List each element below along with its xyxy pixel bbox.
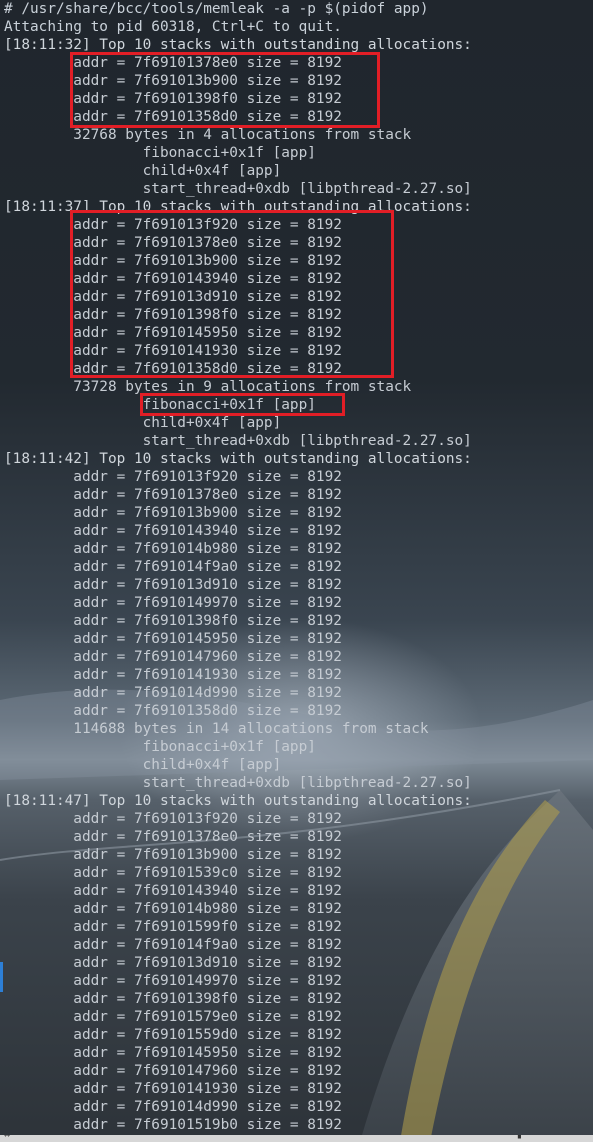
terminal-line-frame: fibonacci+0x1f [app] [4, 739, 316, 755]
terminal-line-addr: addr = 7f6910143940 size = 8192 [4, 523, 342, 539]
terminal-line-addr: addr = 7f691014f9a0 size = 8192 [4, 937, 342, 953]
terminal-line-addr: addr = 7f691014d990 size = 8192 [4, 685, 342, 701]
terminal-line-header: [18:11:47] Top 10 stacks with outstandin… [4, 793, 472, 809]
terminal-line-addr: addr = 7f69101378e0 size = 8192 [4, 487, 342, 503]
terminal-line-frame: start_thread+0xdb [libpthread-2.27.so] [4, 433, 472, 449]
terminal-line-addr: addr = 7f6910141930 size = 8192 [4, 667, 342, 683]
terminal-line-addr: addr = 7f6910147960 size = 8192 [4, 1063, 342, 1079]
terminal-line-addr: addr = 7f6910149970 size = 8192 [4, 973, 342, 989]
terminal-line-addr: addr = 7f69101579e0 size = 8192 [4, 1009, 342, 1025]
terminal-line-info: Attaching to pid 60318, Ctrl+C to quit. [4, 19, 342, 35]
terminal-line-addr: addr = 7f6910149970 size = 8192 [4, 595, 342, 611]
terminal-line-addr: addr = 7f69101539c0 size = 8192 [4, 865, 342, 881]
terminal-line-header: [18:11:37] Top 10 stacks with outstandin… [4, 199, 472, 215]
terminal-line-addr: addr = 7f691014f9a0 size = 8192 [4, 559, 342, 575]
terminal-line-addr: addr = 7f691013f920 size = 8192 [4, 469, 342, 485]
terminal-line-addr: addr = 7f69101398f0 size = 8192 [4, 991, 342, 1007]
terminal-line-addr: addr = 7f691013b900 size = 8192 [4, 505, 342, 521]
terminal-line-addr: addr = 7f69101378e0 size = 8192 [4, 55, 342, 71]
terminal-line-header: [18:11:32] Top 10 stacks with outstandin… [4, 37, 472, 53]
terminal-line-frame: child+0x4f [app] [4, 415, 282, 431]
terminal-output[interactable]: # /usr/share/bcc/tools/memleak -a -p $(p… [0, 0, 593, 1142]
terminal-line-addr: addr = 7f691013d910 size = 8192 [4, 955, 342, 971]
terminal-line-addr: addr = 7f691013f920 size = 8192 [4, 811, 342, 827]
terminal-line-frame: start_thread+0xdb [libpthread-2.27.so] [4, 181, 472, 197]
status-bar: ⌗ ▮ [0, 1135, 593, 1142]
terminal-line-addr: addr = 7f691013f920 size = 8192 [4, 217, 342, 233]
terminal-line-addr: addr = 7f6910141930 size = 8192 [4, 1081, 342, 1097]
terminal-line-addr: addr = 7f69101358d0 size = 8192 [4, 109, 342, 125]
terminal-line-addr: addr = 7f691014b980 size = 8192 [4, 541, 342, 557]
terminal-line-header: [18:11:42] Top 10 stacks with outstandin… [4, 451, 472, 467]
terminal-line-addr: addr = 7f69101358d0 size = 8192 [4, 361, 342, 377]
terminal-line-frame: child+0x4f [app] [4, 163, 282, 179]
terminal-line-addr: addr = 7f6910141930 size = 8192 [4, 343, 342, 359]
terminal-line-cmd: # /usr/share/bcc/tools/memleak -a -p $(p… [4, 1, 429, 17]
terminal-line-addr: addr = 7f6910145950 size = 8192 [4, 1045, 342, 1061]
terminal-line-addr: addr = 7f69101398f0 size = 8192 [4, 613, 342, 629]
terminal-line-addr: addr = 7f6910143940 size = 8192 [4, 883, 342, 899]
terminal-line-addr: addr = 7f691014b980 size = 8192 [4, 901, 342, 917]
terminal-line-addr: addr = 7f691013b900 size = 8192 [4, 73, 342, 89]
terminal-line-addr: addr = 7f691014d990 size = 8192 [4, 1099, 342, 1115]
terminal-line-addr: addr = 7f6910145950 size = 8192 [4, 631, 342, 647]
terminal-line-addr: addr = 7f69101398f0 size = 8192 [4, 307, 342, 323]
terminal-line-addr: addr = 7f69101519b0 size = 8192 [4, 1117, 342, 1133]
terminal-line-summary: 73728 bytes in 9 allocations from stack [4, 379, 412, 395]
status-bar-right-glyph: ▮ [516, 1135, 523, 1141]
terminal-line-addr: addr = 7f69101559d0 size = 8192 [4, 1027, 342, 1043]
terminal-line-addr: addr = 7f69101358d0 size = 8192 [4, 703, 342, 719]
terminal-line-addr: addr = 7f691013b900 size = 8192 [4, 253, 342, 269]
terminal-line-addr: addr = 7f691013d910 size = 8192 [4, 577, 342, 593]
terminal-line-addr: addr = 7f6910143940 size = 8192 [4, 271, 342, 287]
terminal-line-addr: addr = 7f69101398f0 size = 8192 [4, 91, 342, 107]
terminal-line-addr: addr = 7f691013d910 size = 8192 [4, 289, 342, 305]
terminal-line-addr: addr = 7f69101378e0 size = 8192 [4, 829, 342, 845]
terminal-line-addr: addr = 7f6910147960 size = 8192 [4, 649, 342, 665]
terminal-line-summary: 32768 bytes in 4 allocations from stack [4, 127, 412, 143]
terminal-line-addr: addr = 7f69101378e0 size = 8192 [4, 235, 342, 251]
terminal-line-addr: addr = 7f691013b900 size = 8192 [4, 847, 342, 863]
terminal-line-frame: fibonacci+0x1f [app] [4, 145, 316, 161]
terminal-line-frame: child+0x4f [app] [4, 757, 282, 773]
terminal-line-addr: addr = 7f6910145950 size = 8192 [4, 325, 342, 341]
terminal-line-frame: fibonacci+0x1f [app] [4, 397, 316, 413]
terminal-line-addr: addr = 7f69101599f0 size = 8192 [4, 919, 342, 935]
terminal-line-frame: start_thread+0xdb [libpthread-2.27.so] [4, 775, 472, 791]
status-bar-left-glyph: ⌗ [4, 1135, 10, 1141]
terminal-line-summary: 114688 bytes in 14 allocations from stac… [4, 721, 429, 737]
